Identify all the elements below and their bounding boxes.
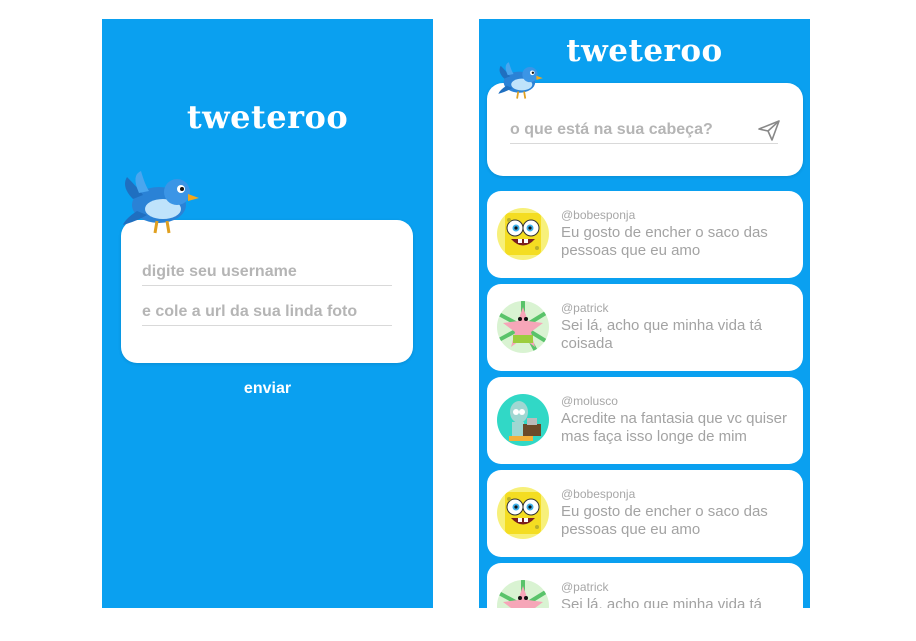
- app-title: tweteroo: [186, 98, 349, 136]
- feed-screen: tweteroo @bobesponja Eu gosto de encher …: [479, 19, 810, 608]
- tweet-card: @bobesponja Eu gosto de encher o saco da…: [487, 191, 803, 278]
- tweet-username: @patrick: [561, 301, 609, 315]
- spongebob-avatar: [497, 208, 549, 260]
- tweet-card: @patrick Sei lá, acho que minha vida tá …: [487, 563, 803, 608]
- bird-icon: [496, 61, 544, 106]
- avatar-url-input[interactable]: [142, 303, 392, 326]
- patrick-avatar: [497, 301, 549, 353]
- squidward-avatar: [497, 394, 549, 446]
- tweet-username: @patrick: [561, 580, 609, 594]
- submit-button[interactable]: enviar: [102, 380, 433, 398]
- send-icon[interactable]: [757, 118, 781, 142]
- tweet-text: Eu gosto de encher o saco das pessoas qu…: [561, 224, 768, 259]
- spongebob-avatar: [497, 487, 549, 539]
- bird-icon: [119, 169, 201, 242]
- tweet-text: Acredite na fantasia que vc quiser mas f…: [561, 410, 787, 445]
- tweet-username: @bobesponja: [561, 487, 636, 501]
- patrick-avatar: [497, 580, 549, 608]
- tweet-text: Eu gosto de encher o saco das pessoas qu…: [561, 503, 768, 538]
- tweet-card: @molusco Acredite na fantasia que vc qui…: [487, 377, 803, 464]
- tweet-card: @patrick Sei lá, acho que minha vida tá …: [487, 284, 803, 371]
- login-screen: tweteroo enviar: [102, 19, 433, 608]
- tweet-input[interactable]: [510, 121, 778, 144]
- tweet-card: @bobesponja Eu gosto de encher o saco da…: [487, 470, 803, 557]
- tweet-username: @bobesponja: [561, 208, 636, 222]
- tweet-text: Sei lá, acho que minha vida tá coisada: [561, 596, 762, 608]
- tweet-text: Sei lá, acho que minha vida tá coisada: [561, 317, 762, 352]
- username-input[interactable]: [142, 263, 392, 286]
- tweet-username: @molusco: [561, 394, 618, 408]
